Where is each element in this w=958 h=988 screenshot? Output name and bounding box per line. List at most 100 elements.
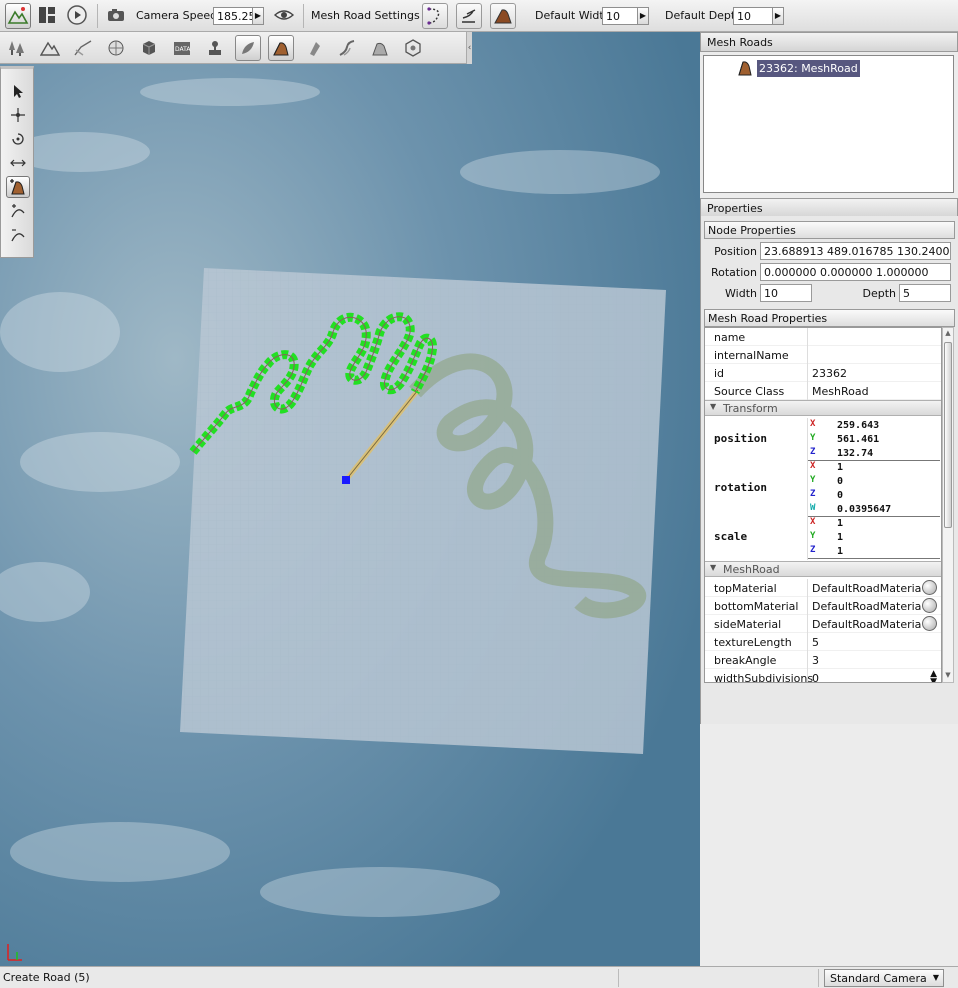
- scale-y-field[interactable]: Y1: [808, 531, 940, 545]
- move-point-icon[interactable]: [6, 104, 30, 126]
- show-wireframe-icon[interactable]: [456, 3, 482, 29]
- scroll-up-icon[interactable]: ▲: [943, 329, 953, 339]
- field-value[interactable]: DefaultRoadMateria: [812, 600, 921, 613]
- field-key: Source Class: [714, 385, 785, 398]
- field-row-side-material[interactable]: sideMaterial DefaultRoadMateria: [705, 615, 941, 633]
- terrain-editor-icon[interactable]: [37, 35, 63, 61]
- field-row-name[interactable]: name: [705, 328, 941, 346]
- field-row-break-angle[interactable]: breakAngle 3: [705, 651, 941, 669]
- mesh-roads-panel-title: Mesh Roads: [700, 32, 958, 52]
- 3d-viewport[interactable]: [0, 32, 700, 966]
- mesh-road-editor-icon[interactable]: [268, 35, 294, 61]
- collapse-triangle-icon: ▼: [710, 563, 717, 572]
- forest-editor-icon[interactable]: [4, 35, 30, 61]
- position-z-value[interactable]: 132.74: [837, 448, 873, 459]
- field-row-width-subdivisions[interactable]: widthSubdivisions 0 ▲ ▼: [705, 669, 941, 683]
- insert-point-icon[interactable]: [6, 200, 30, 222]
- create-road-icon[interactable]: [6, 176, 30, 198]
- collapse-triangle-icon: ▼: [710, 402, 717, 411]
- node-position-input[interactable]: 23.688913 489.016785 130.240097: [760, 242, 951, 260]
- transform-group-label: Transform: [723, 402, 778, 415]
- visibility-eye-icon[interactable]: [272, 3, 298, 29]
- meshroad-group-header[interactable]: ▼ MeshRoad: [705, 561, 941, 577]
- position-y-value[interactable]: 561.461: [837, 434, 879, 445]
- rotation-y-field[interactable]: Y0: [808, 475, 940, 489]
- mesh-roads-tree[interactable]: 23362: MeshRoad: [703, 55, 954, 193]
- gui-editor-icon[interactable]: [35, 3, 61, 29]
- camera-icon[interactable]: [104, 3, 130, 29]
- field-value[interactable]: 3: [812, 654, 819, 667]
- node-width-input[interactable]: 10: [760, 284, 812, 302]
- object-editor-icon[interactable]: [136, 35, 162, 61]
- position-x-field[interactable]: X 259.643: [808, 419, 940, 433]
- scale-point-icon[interactable]: [6, 152, 30, 174]
- world-editor-icon[interactable]: [5, 3, 31, 29]
- node-depth-input[interactable]: 5: [899, 284, 951, 302]
- material-picker-icon[interactable]: [922, 616, 937, 631]
- field-row-internal-name[interactable]: internalName: [705, 346, 941, 364]
- position-y-field[interactable]: Y 561.461: [808, 433, 940, 447]
- camera-mode-select[interactable]: Standard Camera ▼: [824, 969, 944, 987]
- position-z-field[interactable]: Z 132.74: [808, 447, 940, 461]
- material-editor-icon[interactable]: [103, 35, 129, 61]
- field-row-top-material[interactable]: topMaterial DefaultRoadMateria: [705, 579, 941, 597]
- rotation-z-field[interactable]: Z0: [808, 489, 940, 503]
- scroll-down-icon[interactable]: ▼: [943, 671, 953, 681]
- field-value[interactable]: 5: [812, 636, 819, 649]
- river-editor-icon[interactable]: [334, 35, 360, 61]
- field-key: name: [714, 331, 746, 344]
- field-value: MeshRoad: [812, 385, 869, 398]
- field-value[interactable]: 0: [812, 672, 819, 682]
- navmesh-editor-icon[interactable]: [400, 35, 426, 61]
- material-picker-icon[interactable]: [922, 580, 937, 595]
- default-depth-input[interactable]: 10: [733, 7, 773, 25]
- terrain-painter-icon[interactable]: [70, 35, 96, 61]
- tree-item-meshroad[interactable]: 23362: MeshRoad: [736, 58, 860, 78]
- particle-editor-icon[interactable]: [202, 35, 228, 61]
- chevron-down-icon: ▼: [932, 973, 939, 982]
- datablock-editor-icon[interactable]: DATA: [169, 35, 195, 61]
- default-depth-arrow-icon[interactable]: ▶: [772, 7, 784, 25]
- material-picker-icon[interactable]: [922, 598, 937, 613]
- rotate-point-icon[interactable]: [6, 128, 30, 150]
- show-road-texture-icon[interactable]: [490, 3, 516, 29]
- default-width-arrow-icon[interactable]: ▶: [637, 7, 649, 25]
- rotation-x-value[interactable]: 1: [837, 462, 843, 473]
- toolbar-collapse-handle[interactable]: ‹: [466, 32, 472, 64]
- rotation-x-field[interactable]: X1: [808, 461, 940, 475]
- inspector-list: name internalName id 23362 Source Class …: [704, 327, 942, 683]
- camera-speed-arrow-icon[interactable]: ▶: [252, 7, 264, 25]
- scale-z-value[interactable]: 1: [837, 546, 843, 557]
- rotation-w-value[interactable]: 0.0395647: [837, 504, 891, 515]
- scale-y-value[interactable]: 1: [837, 532, 843, 543]
- field-value[interactable]: DefaultRoadMateria: [812, 618, 921, 631]
- camera-speed-label: Camera Speed: [136, 9, 218, 22]
- field-value[interactable]: DefaultRoadMateria: [812, 582, 921, 595]
- spinner-icon[interactable]: ▲ ▼: [930, 670, 937, 683]
- camera-speed-input[interactable]: 185.25: [213, 7, 256, 25]
- inspector-scrollbar[interactable]: ▲ ▼: [942, 327, 954, 683]
- scale-x-value[interactable]: 1: [837, 518, 843, 529]
- field-row-bottom-material[interactable]: bottomMaterial DefaultRoadMateria: [705, 597, 941, 615]
- default-width-input[interactable]: 10: [602, 7, 638, 25]
- rotation-z-value[interactable]: 0: [837, 490, 843, 501]
- play-game-icon[interactable]: [65, 3, 91, 29]
- select-arrow-icon[interactable]: [6, 80, 30, 102]
- field-row-texture-length[interactable]: textureLength 5: [705, 633, 941, 651]
- decal-road-editor-icon[interactable]: [301, 35, 327, 61]
- node-rotation-input[interactable]: 0.000000 0.000000 1.000000: [760, 263, 951, 281]
- scrollbar-thumb[interactable]: [944, 342, 952, 528]
- selected-road-node[interactable]: [342, 476, 350, 484]
- node-properties-header: Node Properties: [704, 221, 955, 239]
- transform-group-header[interactable]: ▼ Transform: [705, 400, 941, 416]
- position-x-value[interactable]: 259.643: [837, 420, 879, 431]
- rotation-w-field[interactable]: W 0.0395647: [808, 503, 940, 517]
- scale-x-field[interactable]: X1: [808, 517, 940, 531]
- show-spline-icon[interactable]: [422, 3, 448, 29]
- scale-z-field[interactable]: Z1: [808, 545, 940, 559]
- rotation-label: rotation: [714, 481, 767, 494]
- decal-editor-icon[interactable]: [235, 35, 261, 61]
- remove-point-icon[interactable]: [6, 224, 30, 246]
- road-editor-icon[interactable]: [367, 35, 393, 61]
- rotation-y-value[interactable]: 0: [837, 476, 843, 487]
